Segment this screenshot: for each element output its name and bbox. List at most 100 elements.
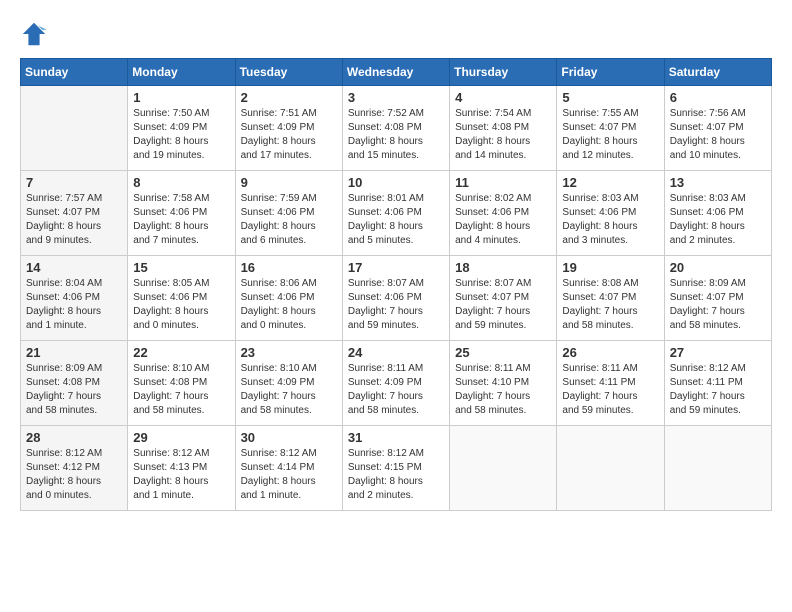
calendar-cell: 1Sunrise: 7:50 AMSunset: 4:09 PMDaylight…: [128, 86, 235, 171]
day-info: Sunrise: 8:05 AMSunset: 4:06 PMDaylight:…: [133, 277, 229, 333]
calendar-cell: 14Sunrise: 8:04 AMSunset: 4:06 PMDayligh…: [21, 256, 128, 341]
weekday-header-tuesday: Tuesday: [235, 59, 342, 86]
day-info: Sunrise: 8:02 AMSunset: 4:06 PMDaylight:…: [455, 192, 551, 248]
calendar-cell: 6Sunrise: 7:56 AMSunset: 4:07 PMDaylight…: [664, 86, 771, 171]
calendar-cell: 18Sunrise: 8:07 AMSunset: 4:07 PMDayligh…: [450, 256, 557, 341]
day-number: 1: [133, 90, 229, 105]
day-number: 4: [455, 90, 551, 105]
week-row-3: 14Sunrise: 8:04 AMSunset: 4:06 PMDayligh…: [21, 256, 772, 341]
week-row-5: 28 Sunrise: 8:12 AMSunset: 4:12 PMDayligh…: [21, 426, 772, 511]
calendar-cell: 12 Sunrise: 8:03 AMSunset: 4:06 PMDayligh…: [557, 171, 664, 256]
calendar-cell: 15 Sunrise: 8:05 AMSunset: 4:06 PMDayligh…: [128, 256, 235, 341]
logo: [20, 20, 52, 48]
calendar-cell: 25 Sunrise: 8:11 AMSunset: 4:10 PMDayligh…: [450, 341, 557, 426]
day-info: Sunrise: 8:08 AMSunset: 4:07 PMDaylight:…: [562, 277, 658, 333]
day-info: Sunrise: 8:12 AMSunset: 4:11 PMDaylight:…: [670, 362, 766, 418]
day-info: Sunrise: 7:57 AMSunset: 4:07 PMDaylight:…: [26, 192, 122, 248]
day-number: 10: [348, 175, 444, 190]
day-info: Sunrise: 7:54 AMSunset: 4:08 PMDaylight:…: [455, 107, 551, 163]
calendar-cell: 26Sunrise: 8:11 AMSunset: 4:11 PMDayligh…: [557, 341, 664, 426]
day-info: Sunrise: 8:10 AMSunset: 4:08 PMDaylight:…: [133, 362, 229, 418]
day-info: Sunrise: 8:10 AMSunset: 4:09 PMDaylight:…: [241, 362, 337, 418]
day-info: Sunrise: 7:58 AMSunset: 4:06 PMDaylight:…: [133, 192, 229, 248]
weekday-header-wednesday: Wednesday: [342, 59, 449, 86]
day-number: 9: [241, 175, 337, 190]
week-row-1: 1Sunrise: 7:50 AMSunset: 4:09 PMDaylight…: [21, 86, 772, 171]
calendar-cell: 27 Sunrise: 8:12 AMSunset: 4:11 PMDayligh…: [664, 341, 771, 426]
day-number: 13: [670, 175, 766, 190]
day-info: Sunrise: 8:09 AMSunset: 4:07 PMDaylight:…: [670, 277, 766, 333]
day-info: Sunrise: 7:51 AMSunset: 4:09 PMDaylight:…: [241, 107, 337, 163]
day-number: 22: [133, 345, 229, 360]
day-number: 31: [348, 430, 444, 445]
day-info: Sunrise: 8:12 AMSunset: 4:13 PMDaylight:…: [133, 447, 229, 503]
day-number: 24: [348, 345, 444, 360]
weekday-header-saturday: Saturday: [664, 59, 771, 86]
day-number: 14: [26, 260, 122, 275]
calendar-cell: 28 Sunrise: 8:12 AMSunset: 4:12 PMDayligh…: [21, 426, 128, 511]
day-info: Sunrise: 8:12 AMSunset: 4:12 PMDaylight:…: [26, 447, 122, 503]
day-number: 16: [241, 260, 337, 275]
weekday-header-thursday: Thursday: [450, 59, 557, 86]
page-header: [20, 20, 772, 48]
day-number: 3: [348, 90, 444, 105]
calendar-cell: 11 Sunrise: 8:02 AMSunset: 4:06 PMDayligh…: [450, 171, 557, 256]
week-row-4: 21 Sunrise: 8:09 AMSunset: 4:08 PMDayligh…: [21, 341, 772, 426]
calendar-cell: 16 Sunrise: 8:06 AMSunset: 4:06 PMDayligh…: [235, 256, 342, 341]
calendar-cell: 13 Sunrise: 8:03 AMSunset: 4:06 PMDayligh…: [664, 171, 771, 256]
weekday-header-sunday: Sunday: [21, 59, 128, 86]
calendar-cell: 7 Sunrise: 7:57 AMSunset: 4:07 PMDaylight…: [21, 171, 128, 256]
day-number: 28: [26, 430, 122, 445]
calendar-cell: 24 Sunrise: 8:11 AMSunset: 4:09 PMDayligh…: [342, 341, 449, 426]
day-number: 29: [133, 430, 229, 445]
day-number: 26: [562, 345, 658, 360]
day-number: 23: [241, 345, 337, 360]
weekday-header-friday: Friday: [557, 59, 664, 86]
day-number: 20: [670, 260, 766, 275]
day-number: 17: [348, 260, 444, 275]
calendar-cell: 5 Sunrise: 7:55 AMSunset: 4:07 PMDaylight…: [557, 86, 664, 171]
day-number: 25: [455, 345, 551, 360]
calendar-cell: 17 Sunrise: 8:07 AMSunset: 4:06 PMDayligh…: [342, 256, 449, 341]
calendar-cell: [664, 426, 771, 511]
week-row-2: 7 Sunrise: 7:57 AMSunset: 4:07 PMDaylight…: [21, 171, 772, 256]
calendar-cell: 19 Sunrise: 8:08 AMSunset: 4:07 PMDayligh…: [557, 256, 664, 341]
day-info: Sunrise: 8:07 AMSunset: 4:07 PMDaylight:…: [455, 277, 551, 333]
calendar-cell: 31 Sunrise: 8:12 AMSunset: 4:15 PMDayligh…: [342, 426, 449, 511]
calendar-cell: 10 Sunrise: 8:01 AMSunset: 4:06 PMDayligh…: [342, 171, 449, 256]
weekday-header-monday: Monday: [128, 59, 235, 86]
calendar-cell: 2Sunrise: 7:51 AMSunset: 4:09 PMDaylight…: [235, 86, 342, 171]
day-info: Sunrise: 8:03 AMSunset: 4:06 PMDaylight:…: [670, 192, 766, 248]
day-number: 19: [562, 260, 658, 275]
day-number: 30: [241, 430, 337, 445]
day-info: Sunrise: 8:12 AMSunset: 4:14 PMDaylight:…: [241, 447, 337, 503]
calendar-header-row: SundayMondayTuesdayWednesdayThursdayFrid…: [21, 59, 772, 86]
calendar-cell: 4 Sunrise: 7:54 AMSunset: 4:08 PMDaylight…: [450, 86, 557, 171]
calendar-cell: 23 Sunrise: 8:10 AMSunset: 4:09 PMDayligh…: [235, 341, 342, 426]
day-number: 12: [562, 175, 658, 190]
calendar-cell: 29 Sunrise: 8:12 AMSunset: 4:13 PMDayligh…: [128, 426, 235, 511]
day-info: Sunrise: 7:55 AMSunset: 4:07 PMDaylight:…: [562, 107, 658, 163]
day-info: Sunrise: 8:12 AMSunset: 4:15 PMDaylight:…: [348, 447, 444, 503]
calendar-cell: 9Sunrise: 7:59 AMSunset: 4:06 PMDaylight…: [235, 171, 342, 256]
day-number: 21: [26, 345, 122, 360]
day-info: Sunrise: 8:11 AMSunset: 4:10 PMDaylight:…: [455, 362, 551, 418]
calendar-cell: 20 Sunrise: 8:09 AMSunset: 4:07 PMDayligh…: [664, 256, 771, 341]
day-info: Sunrise: 8:06 AMSunset: 4:06 PMDaylight:…: [241, 277, 337, 333]
calendar-cell: [450, 426, 557, 511]
day-number: 8: [133, 175, 229, 190]
day-info: Sunrise: 8:03 AMSunset: 4:06 PMDaylight:…: [562, 192, 658, 248]
calendar-cell: 8 Sunrise: 7:58 AMSunset: 4:06 PMDaylight…: [128, 171, 235, 256]
day-number: 7: [26, 175, 122, 190]
day-info: Sunrise: 8:01 AMSunset: 4:06 PMDaylight:…: [348, 192, 444, 248]
day-info: Sunrise: 8:09 AMSunset: 4:08 PMDaylight:…: [26, 362, 122, 418]
day-info: Sunrise: 8:11 AMSunset: 4:09 PMDaylight:…: [348, 362, 444, 418]
calendar-cell: 30 Sunrise: 8:12 AMSunset: 4:14 PMDayligh…: [235, 426, 342, 511]
day-number: 27: [670, 345, 766, 360]
day-number: 15: [133, 260, 229, 275]
day-info: Sunrise: 8:07 AMSunset: 4:06 PMDaylight:…: [348, 277, 444, 333]
calendar-cell: 22 Sunrise: 8:10 AMSunset: 4:08 PMDayligh…: [128, 341, 235, 426]
day-number: 5: [562, 90, 658, 105]
day-number: 11: [455, 175, 551, 190]
calendar-cell: 3Sunrise: 7:52 AMSunset: 4:08 PMDaylight…: [342, 86, 449, 171]
